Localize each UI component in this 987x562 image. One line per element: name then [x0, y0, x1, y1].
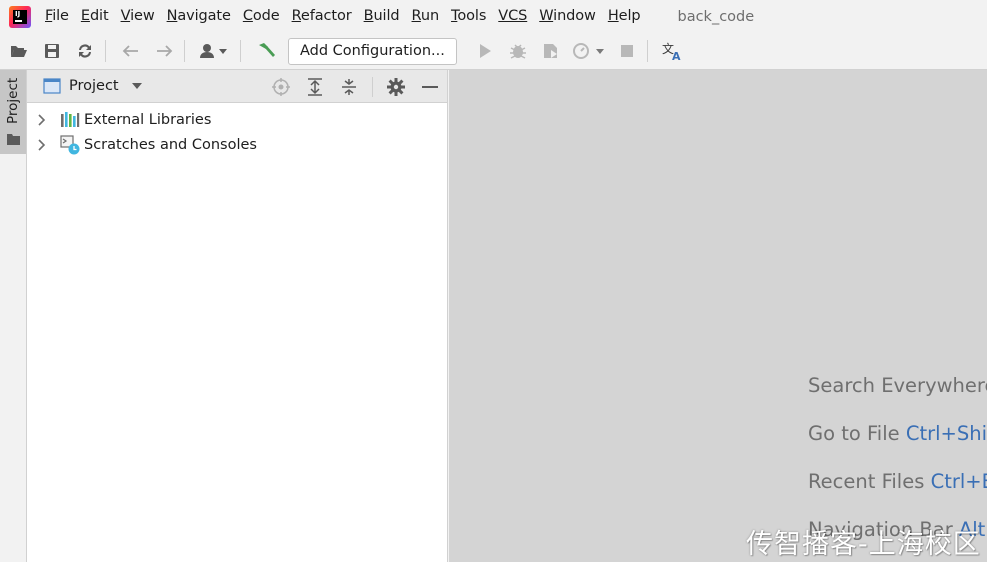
project-view-icon [43, 78, 61, 94]
menu-navigate[interactable]: Navigate [161, 0, 237, 33]
menu-code[interactable]: Code [237, 0, 286, 33]
collapse-all-icon[interactable] [338, 76, 360, 98]
scratches-icon [60, 134, 80, 155]
user-dropdown-icon[interactable] [196, 37, 234, 65]
hint-search-everywhere: Search Everywhere Double Shift [808, 374, 987, 397]
debug-icon[interactable] [504, 37, 532, 65]
locate-target-icon[interactable] [270, 76, 292, 98]
back-arrow-icon[interactable] [117, 37, 145, 65]
hint-go-to-file: Go to File Ctrl+Shift+N [808, 422, 987, 445]
chevron-right-icon[interactable] [38, 138, 50, 151]
menu-edit[interactable]: Edit [75, 0, 115, 33]
menu-refactor[interactable]: Refactor [286, 0, 358, 33]
run-icon[interactable] [471, 37, 499, 65]
chevron-right-icon[interactable] [38, 113, 50, 126]
editor-empty-area: Search Everywhere Double Shift Go to Fil… [449, 70, 987, 562]
menu-file[interactable]: File [39, 0, 75, 33]
intellij-logo-icon: IJ [9, 5, 31, 28]
chevron-down-icon[interactable] [131, 82, 143, 90]
toolbar-separator [240, 40, 241, 62]
minimize-icon[interactable] [419, 76, 441, 98]
project-tab-label: Project [5, 77, 21, 124]
menu-tools[interactable]: Tools [445, 0, 492, 33]
main-toolbar: Add Configuration... 文A [0, 33, 987, 70]
translate-icon[interactable]: 文A [659, 37, 687, 65]
menu-vcs[interactable]: VCS [492, 0, 533, 33]
tree-item-label: Scratches and Consoles [84, 136, 257, 153]
expand-all-icon[interactable] [304, 76, 326, 98]
project-tool-window-tab[interactable]: Project [0, 70, 26, 154]
project-panel-header: Project [27, 70, 447, 103]
window-project-name: back_code [677, 8, 755, 25]
project-panel: Project External Libraries Scratches and… [27, 70, 448, 562]
svg-text:A: A [672, 50, 681, 61]
open-folder-icon[interactable] [5, 37, 33, 65]
toolbar-separator [646, 40, 648, 62]
menu-help[interactable]: Help [602, 0, 647, 33]
gear-icon[interactable] [385, 76, 407, 98]
hint-recent-files: Recent Files Ctrl+E [808, 470, 987, 493]
project-panel-title[interactable]: Project [69, 78, 119, 94]
watermark: 传智播客-上海校区 [746, 529, 981, 560]
menu-run[interactable]: Run [406, 0, 446, 33]
menu-bar: IJ File Edit View Navigate Code Refactor… [0, 0, 987, 33]
menu-window[interactable]: Window [533, 0, 602, 33]
toolbar-separator [105, 40, 106, 62]
folder-icon [7, 130, 20, 149]
header-separator [372, 76, 373, 97]
library-icon [60, 110, 80, 130]
profile-icon[interactable] [570, 37, 608, 65]
coverage-icon[interactable] [537, 37, 565, 65]
forward-arrow-icon[interactable] [150, 37, 178, 65]
tree-item-external-libraries[interactable]: External Libraries [27, 107, 447, 132]
tree-item-label: External Libraries [84, 111, 212, 128]
add-configuration-button[interactable]: Add Configuration... [288, 37, 457, 65]
save-icon[interactable] [38, 37, 66, 65]
project-tree: External Libraries Scratches and Console… [27, 103, 447, 157]
tree-item-scratches-and-consoles[interactable]: Scratches and Consoles [27, 132, 447, 157]
stop-icon[interactable] [613, 37, 641, 65]
menu-view[interactable]: View [115, 0, 161, 33]
left-tool-window-stripe: Project [0, 70, 27, 562]
menu-build[interactable]: Build [358, 0, 406, 33]
sync-icon[interactable] [71, 37, 99, 65]
build-hammer-icon[interactable] [252, 37, 280, 65]
toolbar-separator [184, 40, 185, 62]
